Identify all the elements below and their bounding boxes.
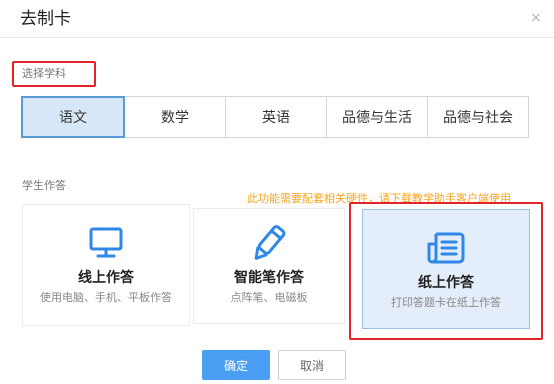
make-card-dialog: 去制卡 × 选择学科 语文 数学 英语 品德与生活 品德与社会 学生作答 此功能…: [0, 0, 554, 384]
monitor-icon: [88, 223, 124, 263]
close-icon[interactable]: ×: [530, 8, 542, 28]
dialog-title: 去制卡: [20, 9, 71, 29]
pen-icon: [249, 223, 289, 263]
answer-mode-section-label: 学生作答: [22, 179, 66, 192]
subject-tab-morality-society[interactable]: 品德与社会: [427, 96, 529, 138]
online-answer-title: 线上作答: [78, 270, 134, 286]
subject-tab-math[interactable]: 数学: [124, 96, 226, 138]
subject-tabs: 语文 数学 英语 品德与生活 品德与社会: [21, 96, 529, 138]
confirm-button[interactable]: 确定: [202, 350, 270, 380]
online-answer-card[interactable]: 线上作答 使用电脑、手机、平板作答: [22, 204, 190, 326]
highlight-box-subject-label: [12, 61, 96, 87]
smart-pen-answer-desc: 点阵笔、电磁板: [230, 291, 308, 304]
highlight-box-paper-card: [349, 202, 543, 340]
smart-pen-answer-card[interactable]: 智能笔作答 点阵笔、电磁板: [193, 208, 345, 324]
cancel-button[interactable]: 取消: [278, 350, 346, 380]
subject-tab-chinese[interactable]: 语文: [21, 96, 125, 138]
online-answer-desc: 使用电脑、手机、平板作答: [40, 291, 172, 304]
subject-tab-morality-life[interactable]: 品德与生活: [326, 96, 428, 138]
smart-pen-answer-title: 智能笔作答: [234, 270, 304, 286]
header-divider: [0, 37, 554, 38]
subject-tab-english[interactable]: 英语: [225, 96, 327, 138]
